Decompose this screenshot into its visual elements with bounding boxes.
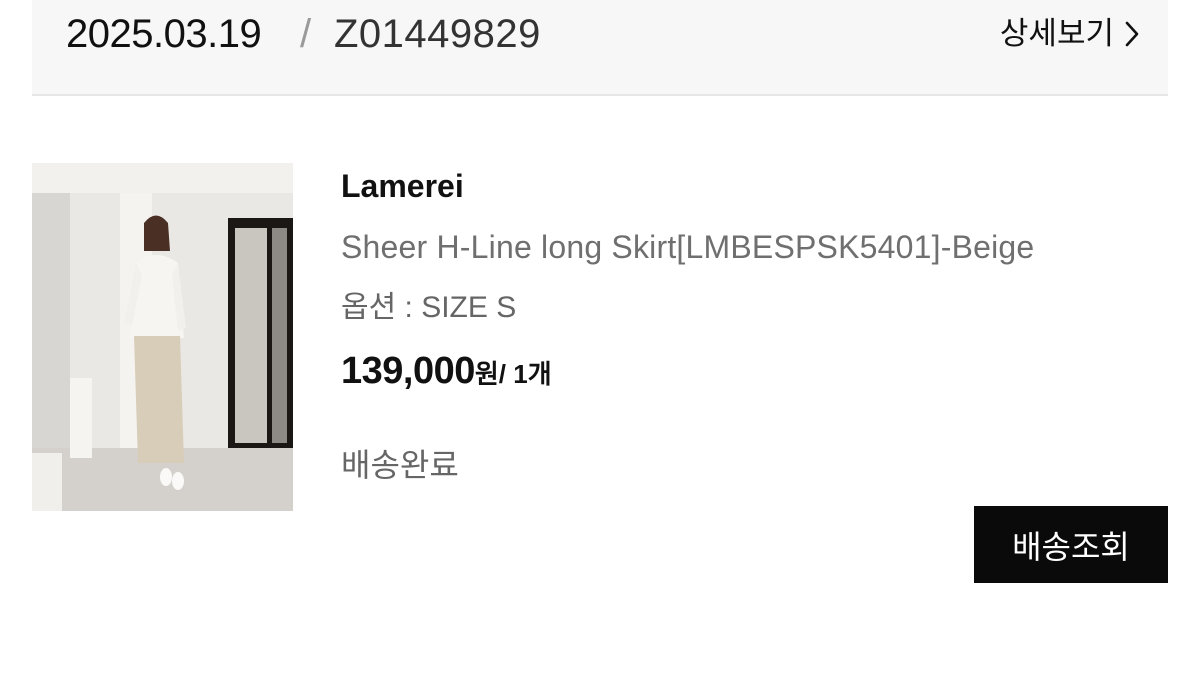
product-option: 옵션 : SIZE S — [341, 291, 517, 324]
product-name[interactable]: Sheer H-Line long Skirt[LMBESPSK5401]-Be… — [341, 226, 1034, 268]
product-photo — [32, 163, 293, 511]
quantity: / 1개 — [498, 359, 552, 389]
order-separator: / — [300, 12, 312, 56]
price-amount: 139,000 — [341, 350, 475, 392]
price-row: 139,000원/ 1개 — [341, 348, 552, 402]
order-detail-label: 상세보기 — [999, 16, 1114, 51]
order-date: 2025.03.19 — [66, 12, 262, 56]
order-number: Z01449829 — [334, 12, 541, 56]
order-header: 2025.03.19 / Z01449829 상세보기 — [32, 0, 1168, 96]
chevron-right-icon — [1125, 21, 1139, 47]
track-delivery-button[interactable]: 배송조회 — [974, 506, 1168, 583]
product-brand[interactable]: Lamerei — [341, 166, 464, 206]
order-detail-link[interactable]: 상세보기 — [1000, 14, 1140, 54]
delivery-status: 배송완료 — [341, 447, 459, 483]
product-image[interactable] — [32, 163, 293, 511]
price-currency: 원 — [474, 359, 499, 389]
